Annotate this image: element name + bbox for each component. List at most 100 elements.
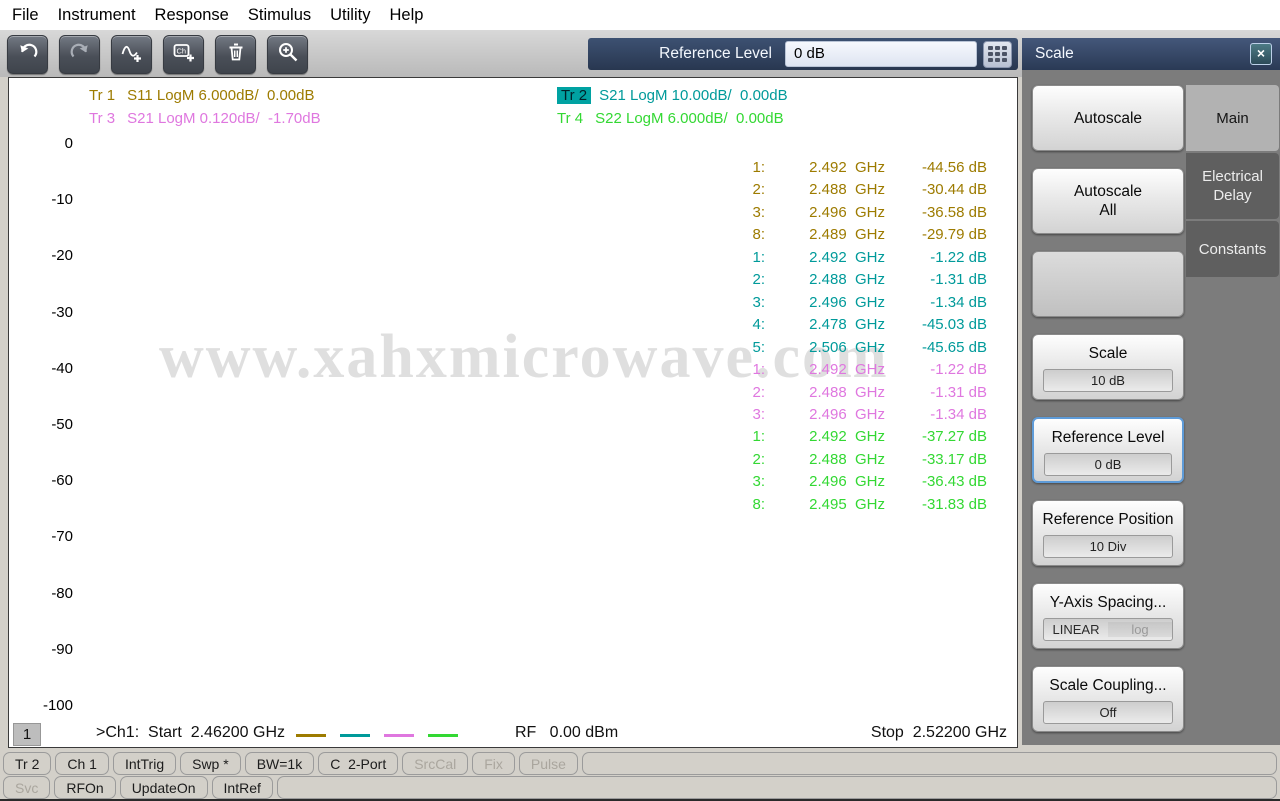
legend-tr4[interactable]: Tr 4S22 LogM 6.000dB/ 0.00dB [557,108,784,128]
softkey-label: Scale Coupling... [1033,676,1183,695]
start-frequency-label: >Ch1: Start 2.46200 GHz [96,724,285,742]
status-c-2-port[interactable]: C 2-Port [318,752,398,775]
softkey-autoscale-all[interactable]: Autoscale All [1032,168,1184,234]
softkey-label: Autoscale All [1033,182,1183,220]
marker-frequency: 2.488 GHz [773,382,885,404]
status-inttrig[interactable]: IntTrig [113,752,176,775]
status-updateon[interactable]: UpdateOn [120,776,208,799]
softkey-blank[interactable] [1032,251,1184,317]
marker-frequency: 2.496 GHz [773,471,885,493]
y-tick-label: -80 [11,585,73,603]
status-blank[interactable] [582,752,1277,775]
keypad-icon[interactable] [983,41,1012,68]
add-channel-button[interactable]: Ch [163,35,204,74]
softkey-scale[interactable]: Scale10 dB [1032,334,1184,400]
marker-value: -1.34 dB [897,292,987,314]
marker-frequency: 2.488 GHz [773,449,885,471]
delete-button[interactable] [215,35,256,74]
menu-item-instrument[interactable]: Instrument [58,6,136,25]
menu-item-response[interactable]: Response [155,6,229,25]
softkey-y-axis-spacing[interactable]: Y-Axis Spacing... LINEARlog [1032,583,1184,649]
status-pulse[interactable]: Pulse [519,752,578,775]
marker-value: -1.22 dB [897,359,987,381]
marker-row: 2:2.488 GHz-1.31 dB [739,382,987,404]
menu-item-utility[interactable]: Utility [330,6,370,25]
chart-panel: www.xahxmicrowave.com Tr 1S11 LogM 6.000… [8,77,1018,748]
zoom-icon [276,40,300,69]
marker-value: -36.58 dB [897,202,987,224]
y-tick-label: 0 [11,135,73,153]
trace-dash-tr3 [384,734,414,737]
marker-frequency: 2.496 GHz [773,404,885,426]
toggle-option-linear[interactable]: LINEAR [1044,622,1108,637]
softkey-label: Reference Position [1033,510,1183,529]
y-tick-label: -70 [11,528,73,546]
marker-number: 1: [739,157,765,179]
menu-item-stimulus[interactable]: Stimulus [248,6,311,25]
status-fix[interactable]: Fix [472,752,515,775]
legend-tr3[interactable]: Tr 3S21 LogM 0.120dB/ -1.70dB [89,108,321,128]
y-tick-label: -20 [11,247,73,265]
legend-trace-format: S22 LogM 6.000dB/ 0.00dB [595,110,783,127]
tab-main[interactable]: Main [1186,85,1279,151]
undo-button[interactable] [7,35,48,74]
redo-button[interactable] [59,35,100,74]
softkey-label: Y-Axis Spacing... [1033,593,1183,612]
marker-number: 3: [739,404,765,426]
reference-level-input[interactable]: 0 dB [785,41,977,67]
channel-badge[interactable]: 1 [13,723,41,746]
scale-panel-header: Scale × [1022,38,1280,70]
softkey-scale-coupling[interactable]: Scale Coupling...Off [1032,666,1184,732]
legend-trace-id: Tr 3 [89,110,115,127]
softkey-reference-position[interactable]: Reference Position10 Div [1032,500,1184,566]
tab-electrical-delay[interactable]: Electrical Delay [1186,153,1279,219]
softkey-label: Reference Level [1034,428,1182,447]
status-srccal[interactable]: SrcCal [402,752,468,775]
marker-row: 5:2.506 GHz-45.65 dB [739,337,987,359]
marker-value: -30.44 dB [897,179,987,201]
y-tick-label: -30 [11,304,73,322]
marker-row: 4:2.478 GHz-45.03 dB [739,314,987,336]
status-blank[interactable] [277,776,1277,799]
y-tick-label: -10 [11,191,73,209]
marker-number: 2: [739,179,765,201]
trace-dash-tr2 [340,734,370,737]
status-intref[interactable]: IntRef [212,776,273,799]
marker-number: 8: [739,224,765,246]
marker-row: 3: 2.496 GHz -36.43 dB [739,471,987,493]
marker-frequency: 2.488 GHz [773,179,885,201]
softkey-label: Scale [1033,344,1183,363]
softkey-toggle: LINEARlog [1043,618,1173,641]
close-icon[interactable]: × [1250,43,1272,65]
softkey-reference-level[interactable]: Reference Level 0 dB [1032,417,1184,483]
status-bar-row1: Tr 2Ch 1IntTrigSwp *BW=1kC 2-PortSrcCalF… [0,752,1280,775]
menu-item-help[interactable]: Help [389,6,423,25]
status-svc[interactable]: Svc [3,776,50,799]
softkey-autoscale[interactable]: Autoscale [1032,85,1184,151]
marker-frequency: 2.495 GHz [773,494,885,516]
marker-value: -37.27 dB [897,426,987,448]
marker-value: -33.17 dB [897,449,987,471]
legend-tr2[interactable]: Tr 2S21 LogM 10.00dB/ 0.00dB [557,85,788,105]
toggle-option-log[interactable]: log [1108,622,1172,637]
marker-number: 3: [739,471,765,493]
softkey-value: 0 dB [1044,453,1172,476]
marker-value: -36.43 dB [897,471,987,493]
marker-number: 1: [739,359,765,381]
marker-frequency: 2.496 GHz [773,202,885,224]
status-bw-1k[interactable]: BW=1k [245,752,315,775]
marker-number: 4: [739,314,765,336]
status-rfon[interactable]: RFOn [54,776,115,799]
legend-tr1[interactable]: Tr 1S11 LogM 6.000dB/ 0.00dB [89,85,315,105]
status-tr-2[interactable]: Tr 2 [3,752,51,775]
add-trace-button[interactable] [111,35,152,74]
tab-constants[interactable]: Constants [1186,221,1279,277]
status-ch-1[interactable]: Ch 1 [55,752,109,775]
channel-footer: 1 >Ch1: Start 2.46200 GHz RF 0.00 dBm St… [9,722,1017,747]
marker-frequency: 2.492 GHz [773,247,885,269]
menu-item-file[interactable]: File [12,6,39,25]
zoom-button[interactable] [267,35,308,74]
marker-number: 5: [739,337,765,359]
status-swp-[interactable]: Swp * [180,752,241,775]
marker-frequency: 2.492 GHz [773,157,885,179]
